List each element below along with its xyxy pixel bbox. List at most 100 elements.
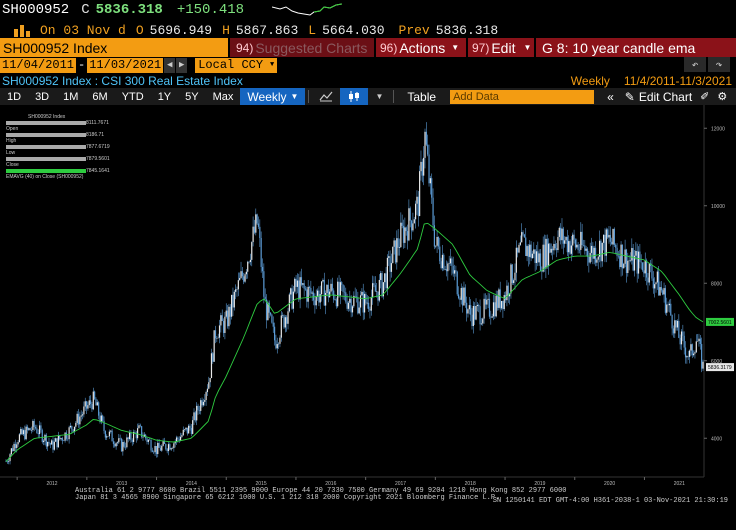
currency-select[interactable]: Local CCY ▼ [195,57,278,73]
candle-body [565,236,567,241]
period-1y[interactable]: 1Y [151,88,178,105]
candle-body [621,244,624,269]
candle-body [448,263,450,264]
candle-body [325,292,327,306]
candle-body [85,401,88,409]
candle-body [149,439,151,441]
candle-body [404,227,406,243]
candle-body [526,246,528,257]
low-label: L [308,22,317,38]
candle-body [197,405,199,411]
candle-body [235,289,237,292]
candle-body [308,286,311,288]
period-5y[interactable]: 5Y [178,88,205,105]
edit-chart-button[interactable]: ✎ Edit Chart [621,88,696,105]
candle-body [692,353,695,356]
candle-body [667,304,669,306]
candle-body [116,442,119,444]
candle-body [413,219,415,224]
candle-body [88,400,90,406]
candle-body [670,303,672,316]
candle-body [641,262,644,271]
candle-body [631,248,633,261]
candle-body [26,426,29,430]
candle-body [699,338,701,345]
bar-chart-icon [14,25,30,37]
date-range-bar: 11/04/2011 - 11/03/2021 ◀ ▶ Local CCY ▼ … [0,57,736,73]
candle-body [65,432,68,439]
candle-body [478,304,480,307]
start-date-input[interactable]: 11/04/2011 [0,57,77,73]
candle-body [212,353,214,362]
candle-body [690,344,692,351]
candle-body [449,258,452,264]
candle-body [193,412,195,421]
candle-body [684,347,687,358]
period-6m[interactable]: 6M [85,88,114,105]
redo-icon[interactable]: ↷ [708,57,730,72]
period-1d[interactable]: 1D [0,88,28,105]
period-max[interactable]: Max [206,88,241,105]
line-chart-icon[interactable] [312,88,340,105]
candle-body [53,441,55,450]
chart-type-dropdown-icon[interactable]: ▼ [368,88,390,105]
candle-body [451,258,453,266]
candle-body [18,434,21,442]
candle-body [146,438,148,442]
table-button[interactable]: Table [397,88,446,105]
prev-period-icon[interactable]: ◀ [164,57,176,73]
candle-body [122,442,124,452]
candle-body [366,302,368,304]
candle-body [550,248,552,253]
candle-body [157,442,159,455]
candle-body [243,276,245,282]
candle-body [240,271,242,278]
candle-body [488,298,491,317]
candle-chart-icon[interactable] [340,88,369,105]
collapse-icon[interactable]: « [600,88,621,105]
price-chart[interactable]: 40006000800010000120002012 2013 2014 2015 20… [0,105,736,530]
period-1m[interactable]: 1M [56,88,85,105]
candle-body [34,426,37,429]
candle-body [539,253,542,271]
candle-body [13,443,15,451]
candle-body [515,247,517,273]
candle-body [115,443,117,447]
candle-body [251,242,253,260]
undo-icon[interactable]: ↶ [684,57,706,72]
candle-body [462,287,464,306]
sparkline-icon [272,3,343,16]
gear-icon[interactable]: ⚙ [713,88,731,105]
candle-body [480,323,483,325]
candle-body [75,422,77,427]
candle-body [447,263,449,272]
candle-body [511,264,513,283]
candle-body [278,343,280,345]
next-period-icon[interactable]: ▶ [176,57,188,73]
candle-body [525,237,527,257]
end-date-input[interactable]: 11/03/2021 [87,57,164,73]
candle-body [210,353,213,379]
candle-body [558,227,560,237]
candle-body [490,316,492,318]
candle-body [358,307,360,314]
candle-body [456,271,458,295]
candle-body [380,273,382,280]
frequency-select[interactable]: Weekly ▼ [240,88,306,105]
security-field[interactable]: SH000952 Index [0,38,228,57]
edit-icon[interactable]: ✐ [696,88,713,105]
edit-menu[interactable]: 97) Edit ▼ [468,38,534,57]
candle-body [330,283,332,292]
candle-body [214,330,217,339]
period-3d[interactable]: 3D [28,88,56,105]
actions-menu[interactable]: 96) Actions ▼ [376,38,466,57]
candle-body [347,302,350,309]
suggested-charts-button[interactable]: 94) Suggested Charts [230,38,374,57]
add-data-input[interactable]: Add Data [450,89,595,104]
graph-title[interactable]: G 8: 10 year candle ema [536,38,736,57]
candle-body [335,299,337,307]
candle-body [169,444,171,450]
candle-body [463,287,465,306]
period-ytd[interactable]: YTD [115,88,151,105]
divider [308,90,310,103]
